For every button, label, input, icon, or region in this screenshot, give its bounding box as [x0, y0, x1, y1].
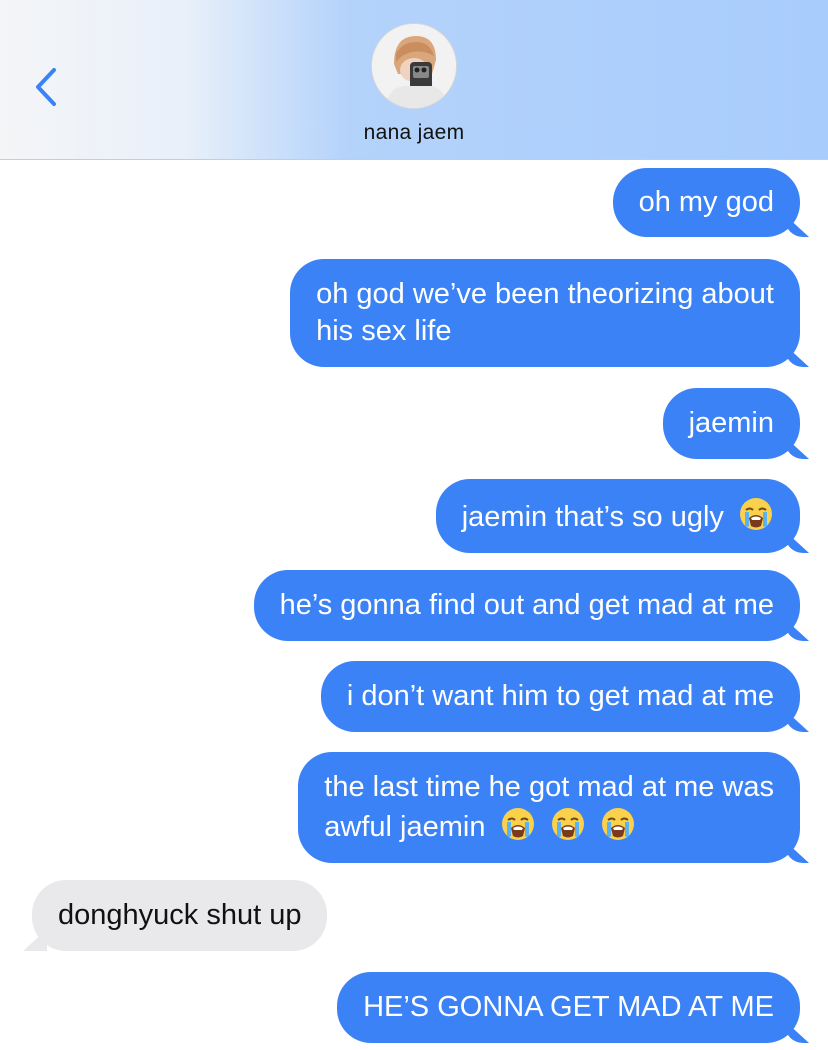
- contact-avatar[interactable]: [372, 24, 456, 108]
- sent-message[interactable]: jaemin: [662, 388, 800, 459]
- loudly-crying-face-emoji: [601, 808, 634, 840]
- contact-name: nana jaem: [363, 121, 465, 144]
- back-button[interactable]: [28, 62, 68, 112]
- chevron-left-icon: [36, 68, 56, 106]
- sent-message[interactable]: the last time he got mad at me was awful…: [298, 752, 800, 863]
- loudly-crying-face-emoji: [501, 808, 534, 840]
- loudly-crying-face-emoji: [740, 498, 772, 530]
- message-text: jaemin: [688, 407, 774, 439]
- avatar-image: [372, 24, 456, 108]
- message-text: he’s gonna find out and get mad at me: [279, 589, 774, 621]
- sent-message[interactable]: HE’S GONNA GET MAD AT ME: [337, 972, 800, 1043]
- message-text: HE’S GONNA GET MAD AT ME: [363, 991, 774, 1023]
- conversation-header: nana jaem: [0, 0, 828, 160]
- loudly-crying-face-emoji: [551, 808, 584, 840]
- message-text: i don’t want him to get mad at me: [346, 680, 774, 712]
- received-message[interactable]: donghyuck shut up: [32, 880, 328, 951]
- sent-message[interactable]: oh my god: [612, 168, 800, 237]
- sent-message[interactable]: i don’t want him to get mad at me: [320, 661, 800, 732]
- message-text-line-2: awful jaemin: [324, 811, 486, 843]
- sent-message[interactable]: he’s gonna find out and get mad at me: [253, 570, 800, 641]
- sent-message[interactable]: jaemin that’s so ugly: [435, 479, 800, 553]
- sent-message[interactable]: oh god we’ve been theorizing about his s…: [290, 259, 800, 367]
- message-text: jaemin that’s so ugly: [461, 501, 724, 533]
- message-text: donghyuck shut up: [58, 899, 302, 931]
- message-text: oh my god: [638, 186, 774, 218]
- message-text-line-2: his sex life: [316, 315, 452, 347]
- message-text-line-1: the last time he got mad at me was: [324, 771, 774, 803]
- message-text-line-1: oh god we’ve been theorizing about: [316, 278, 774, 310]
